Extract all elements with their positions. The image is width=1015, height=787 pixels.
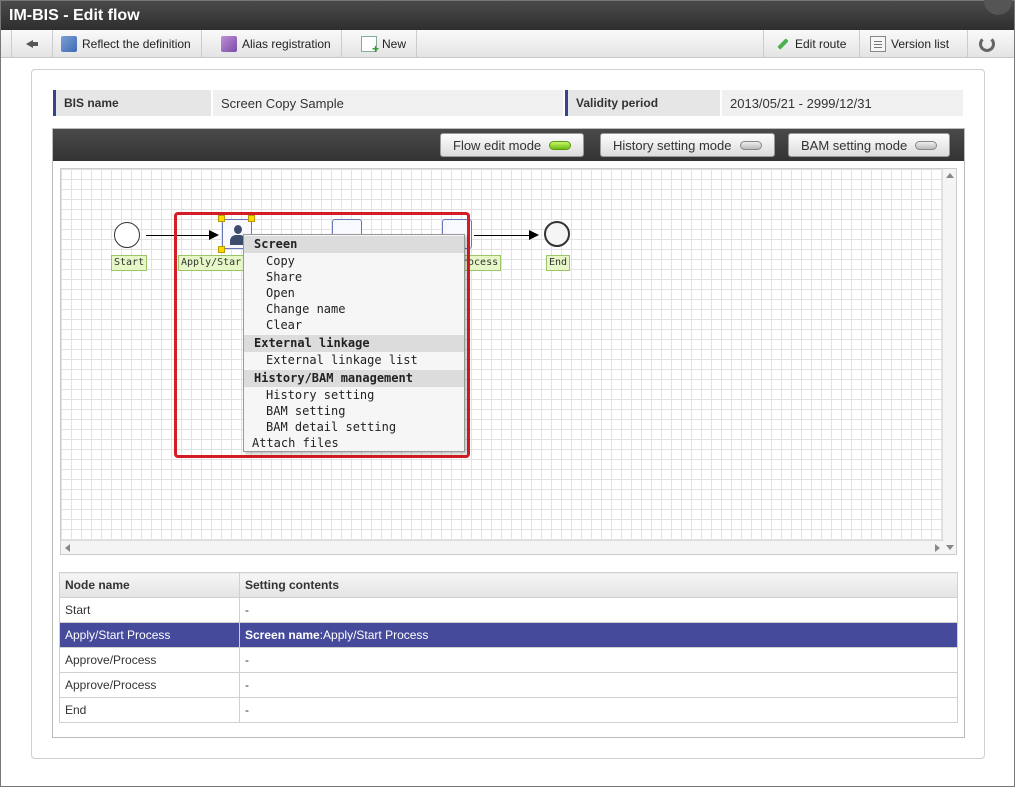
title-bar: IM-BIS - Edit flow (1, 0, 1014, 30)
mode-bar: Flow edit mode History setting mode BAM … (53, 129, 964, 161)
horizontal-scrollbar[interactable] (61, 540, 944, 554)
ctx-header-external: External linkage (244, 335, 464, 352)
new-button[interactable]: New (351, 30, 418, 58)
list-icon (870, 36, 886, 52)
validity-period-label: Validity period (565, 90, 720, 116)
vertical-scrollbar[interactable] (942, 169, 956, 554)
setting-contents-cell: - (239, 672, 958, 698)
bis-name-field: Screen Copy Sample (213, 90, 563, 116)
setting-contents-cell: - (239, 697, 958, 723)
ctx-item-clear[interactable]: Clear (244, 318, 464, 334)
node-settings-table: Node name Setting contents Start - Apply… (59, 572, 958, 723)
ctx-item-external-list[interactable]: External linkage list (244, 353, 464, 369)
node-name-cell: Approve/Process (59, 672, 240, 698)
node-name-cell: Approve/Process (59, 647, 240, 673)
alias-icon (221, 36, 237, 52)
ctx-item-copy[interactable]: Copy (244, 254, 464, 270)
refresh-button[interactable] (967, 30, 1011, 58)
setting-contents-cell: - (239, 647, 958, 673)
ctx-item-history-setting[interactable]: History setting (244, 388, 464, 404)
start-node[interactable] (114, 222, 140, 248)
scroll-right-icon[interactable] (935, 544, 940, 552)
version-list-button[interactable]: Version list (859, 30, 959, 58)
ctx-item-share[interactable]: Share (244, 270, 464, 286)
bis-name-label: BIS name (53, 90, 211, 116)
edit-route-button[interactable]: Edit route (763, 30, 856, 58)
edge-arrowhead-icon (529, 230, 539, 240)
node-name-cell: Apply/Start Process (59, 622, 240, 648)
bis-info-row: BIS name Screen Copy Sample Validity per… (53, 90, 963, 116)
flow-edit-led-icon (549, 140, 572, 150)
node-name-cell: End (59, 697, 240, 723)
flow-edit-mode-button[interactable]: Flow edit mode (440, 133, 585, 157)
edit-route-label: Edit route (795, 37, 847, 51)
flow-edit-mode-label: Flow edit mode (453, 137, 542, 153)
app-window: IM-BIS - Edit flow Reflect the definitio… (0, 0, 1015, 787)
back-button[interactable] (11, 30, 53, 58)
history-setting-led-icon (739, 140, 762, 150)
edge-approve-end[interactable] (474, 235, 532, 236)
alias-registration-label: Alias registration (242, 37, 331, 51)
bam-setting-led-icon (915, 140, 938, 150)
table-row[interactable]: End - (59, 697, 958, 723)
setting-key: Screen name (245, 628, 320, 642)
window-title: IM-BIS - Edit flow (9, 7, 140, 24)
table-row[interactable]: Start - (59, 597, 958, 623)
validity-period-value: 2013/05/21 - 2999/12/31 (722, 90, 963, 116)
ctx-item-change-name[interactable]: Change name (244, 302, 464, 318)
node-name-cell: Start (59, 597, 240, 623)
pencil-icon (774, 36, 790, 52)
table-row-selected[interactable]: Apply/Start Process Screen name:Apply/St… (59, 622, 958, 648)
history-setting-mode-button[interactable]: History setting mode (600, 133, 775, 157)
context-menu: Screen Copy Share Open Change name Clear… (243, 234, 465, 452)
bam-setting-mode-button[interactable]: BAM setting mode (788, 133, 951, 157)
column-header-node-name: Node name (59, 572, 240, 598)
table-row[interactable]: Approve/Process - (59, 647, 958, 673)
table-header-row: Node name Setting contents (59, 572, 958, 598)
reflect-icon (61, 36, 77, 52)
ctx-item-bam-detail-setting[interactable]: BAM detail setting (244, 420, 464, 436)
ctx-item-attach-files[interactable]: Attach files (244, 436, 464, 452)
start-node-label: Start (111, 255, 148, 271)
setting-contents-cell: - (239, 597, 958, 623)
end-node[interactable] (544, 221, 570, 247)
bam-setting-mode-label: BAM setting mode (801, 137, 908, 153)
scroll-down-icon[interactable] (946, 545, 954, 550)
alias-registration-button[interactable]: Alias registration (211, 30, 342, 58)
bis-name-value: Screen Copy Sample (221, 96, 344, 111)
setting-value: :Apply/Start Process (319, 628, 429, 642)
back-arrow-icon (24, 36, 40, 52)
ctx-header-screen: Screen (244, 236, 464, 253)
column-header-setting-contents: Setting contents (239, 572, 958, 598)
table-row[interactable]: Approve/Process - (59, 672, 958, 698)
toolbar: Reflect the definition Alias registratio… (1, 30, 1014, 58)
history-setting-mode-label: History setting mode (613, 137, 732, 153)
new-label: New (382, 37, 407, 51)
ctx-item-bam-setting[interactable]: BAM setting (244, 404, 464, 420)
reflect-definition-label: Reflect the definition (82, 37, 191, 51)
refresh-icon (979, 36, 995, 52)
version-list-label: Version list (891, 37, 950, 51)
scroll-left-icon[interactable] (65, 544, 70, 552)
window-corner-decoration (984, 0, 1012, 15)
reflect-definition-button[interactable]: Reflect the definition (51, 30, 202, 58)
setting-contents-cell: Screen name:Apply/Start Process (239, 622, 958, 648)
scroll-up-icon[interactable] (946, 173, 954, 178)
flow-editor: Flow edit mode History setting mode BAM … (52, 128, 965, 738)
end-node-label: End (546, 255, 571, 271)
new-icon (361, 36, 379, 56)
ctx-item-open[interactable]: Open (244, 286, 464, 302)
flow-canvas[interactable]: Start Apply/Star rocess End Screen Copy … (60, 168, 957, 555)
ctx-header-history: History/BAM management (244, 370, 464, 387)
